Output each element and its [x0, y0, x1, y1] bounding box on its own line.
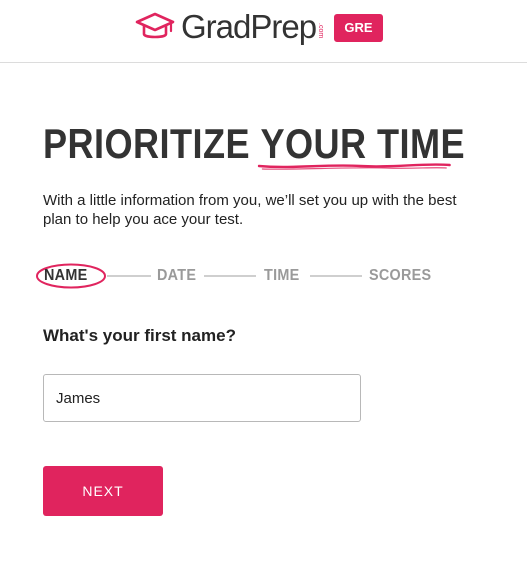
page-title: PRIORITIZE YOUR TIME	[43, 118, 465, 170]
page-title-part1: PRIORITIZE	[43, 120, 261, 167]
step-scores: SCORES	[369, 267, 432, 284]
step-connector	[107, 275, 151, 277]
graduation-cap-icon	[135, 12, 175, 39]
step-date: DATE	[157, 267, 197, 284]
brush-underline	[257, 163, 451, 170]
intro-text: With a little information from you, we’l…	[43, 192, 457, 228]
step-connector	[310, 275, 362, 277]
progress-steps: NAME DATE TIME SCORES	[35, 262, 455, 290]
site-header: GradPrep .com GRE	[0, 0, 527, 63]
page-title-highlight: YOUR TIME	[257, 118, 465, 170]
step-connector	[204, 275, 256, 277]
brand-logo[interactable]: GradPrep .com	[135, 8, 324, 46]
step-time: TIME	[264, 267, 300, 284]
first-name-label: What's your first name?	[43, 326, 236, 345]
brand-name: GradPrep	[181, 8, 317, 45]
exam-badge: GRE	[334, 14, 383, 42]
brand-suffix: .com	[317, 23, 325, 39]
next-button[interactable]: NEXT	[43, 466, 163, 516]
step-name: NAME	[44, 267, 88, 284]
first-name-input[interactable]	[43, 374, 361, 422]
